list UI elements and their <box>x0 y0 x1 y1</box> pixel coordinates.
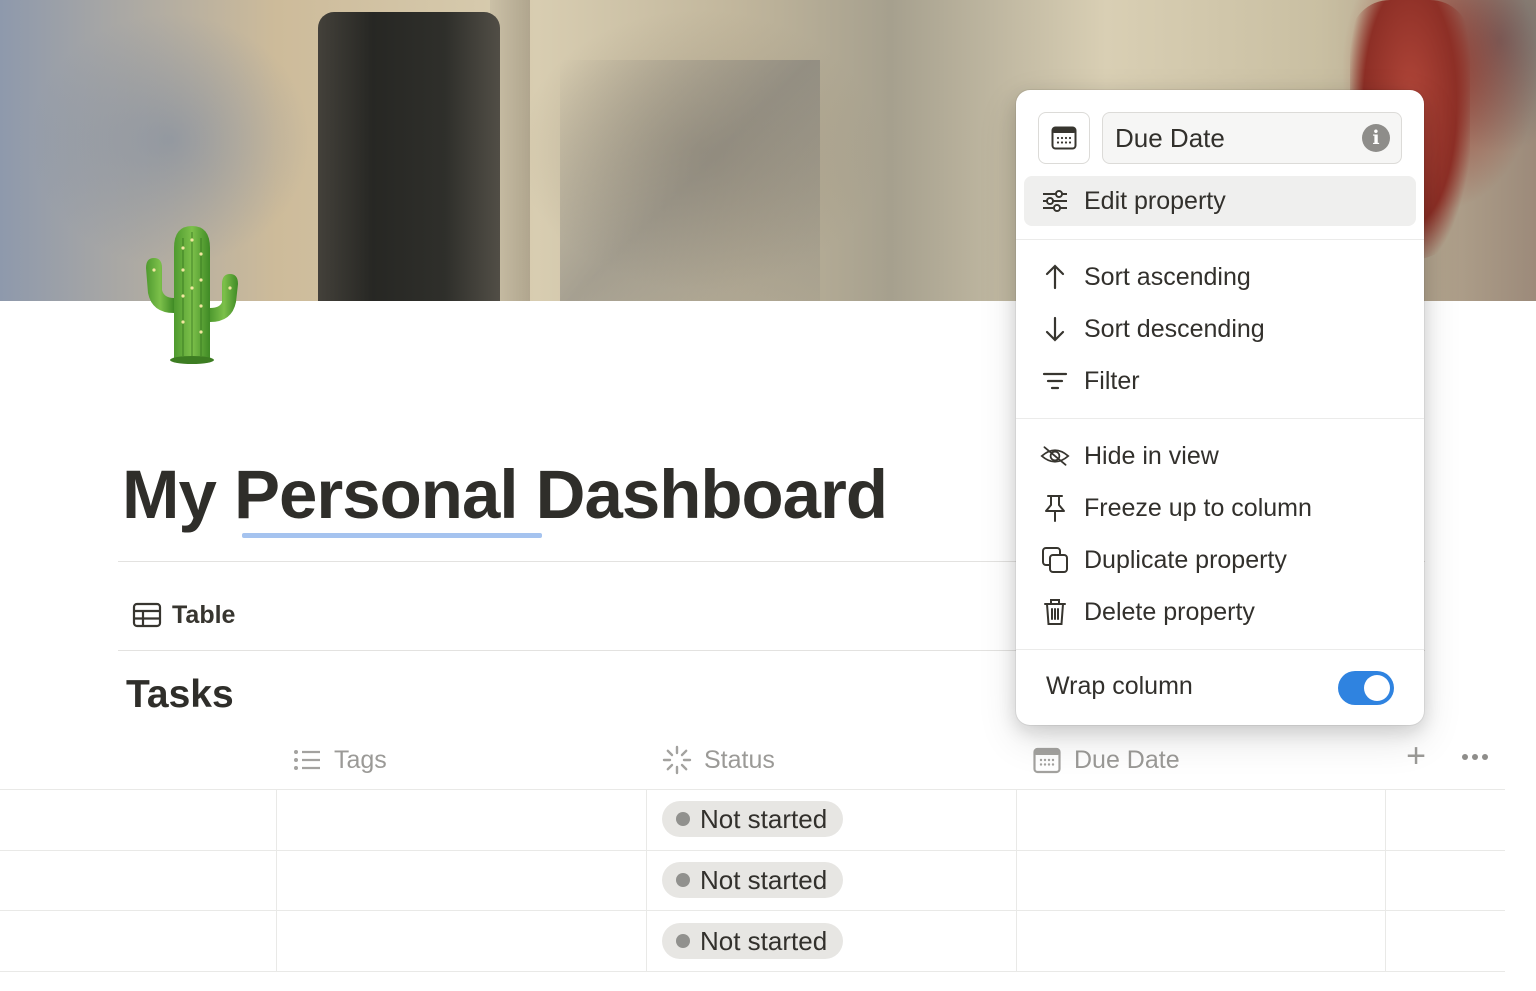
menu-item-label: Hide in view <box>1084 441 1219 470</box>
freeze-up-to-column-item[interactable]: Freeze up to column <box>1024 483 1416 533</box>
column-header-due-date[interactable]: Due Date <box>1032 740 1180 780</box>
table-column-divider <box>646 789 647 971</box>
status-label: Not started <box>700 925 828 956</box>
wrap-column-label: Wrap column <box>1046 672 1193 700</box>
sliders-icon <box>1043 190 1067 212</box>
menu-separator <box>1016 649 1424 650</box>
page-title[interactable]: My Personal Dashboard <box>122 455 888 534</box>
calendar-icon <box>1033 747 1061 774</box>
hide-in-view-item[interactable]: Hide in view <box>1024 431 1416 481</box>
column-header-label: Status <box>704 745 775 774</box>
loading-spinner-icon <box>662 745 692 775</box>
view-tab-label: Table <box>172 600 236 629</box>
table-row-divider <box>0 971 1505 972</box>
property-name-input[interactable] <box>1102 112 1402 164</box>
sort-descending-item[interactable]: Sort descending <box>1024 304 1416 354</box>
menu-item-label: Sort descending <box>1084 314 1265 343</box>
duplicate-icon <box>1042 547 1068 573</box>
column-header-tags[interactable]: Tags <box>292 740 387 780</box>
property-menu: i Edit property Sort ascending Sort desc… <box>1016 90 1424 725</box>
menu-item-label: Duplicate property <box>1084 545 1287 574</box>
status-dot <box>676 934 690 948</box>
status-dot <box>676 873 690 887</box>
menu-item-label: Filter <box>1084 366 1140 395</box>
pin-icon <box>1045 495 1065 522</box>
status-badge[interactable]: Not started <box>662 801 844 837</box>
toggle-knob <box>1364 675 1390 701</box>
status-label: Not started <box>700 803 828 834</box>
database-title[interactable]: Tasks <box>126 673 234 717</box>
status-dot <box>676 812 690 826</box>
menu-item-label: Sort ascending <box>1084 262 1251 291</box>
plus-icon[interactable]: + <box>1400 739 1432 773</box>
filter-icon <box>1042 372 1068 390</box>
calendar-icon <box>1051 126 1077 150</box>
column-header-label: Tags <box>334 745 387 774</box>
menu-separator <box>1016 239 1424 240</box>
wrap-column-toggle[interactable] <box>1338 671 1394 705</box>
table-row-divider <box>0 850 1505 851</box>
arrow-down-icon <box>1045 316 1065 342</box>
table-icon <box>132 602 162 628</box>
list-icon <box>294 750 320 770</box>
table-row-divider <box>0 789 1505 790</box>
edit-property-item[interactable]: Edit property <box>1024 176 1416 226</box>
table-row-divider <box>0 910 1505 911</box>
duplicate-property-item[interactable]: Duplicate property <box>1024 535 1416 585</box>
trash-icon <box>1044 599 1066 625</box>
cover-detail <box>318 12 500 301</box>
cover-detail <box>560 60 820 301</box>
arrow-up-icon <box>1045 264 1065 290</box>
column-header-status[interactable]: Status <box>662 740 775 780</box>
menu-item-label: Freeze up to column <box>1084 493 1312 522</box>
spellcheck-underline <box>242 533 542 538</box>
filter-item[interactable]: Filter <box>1024 356 1416 406</box>
view-tab-table[interactable]: Table <box>132 598 235 632</box>
table-column-divider <box>1385 789 1386 971</box>
sort-ascending-item[interactable]: Sort ascending <box>1024 252 1416 302</box>
more-horizontal-icon[interactable] <box>1458 741 1492 773</box>
menu-item-label: Delete property <box>1084 597 1255 626</box>
info-icon[interactable]: i <box>1362 124 1390 152</box>
table-column-divider <box>1016 789 1017 971</box>
delete-property-item[interactable]: Delete property <box>1024 587 1416 637</box>
status-badge[interactable]: Not started <box>662 862 844 898</box>
menu-separator <box>1016 418 1424 419</box>
column-header-label: Due Date <box>1074 745 1180 774</box>
table-column-divider <box>276 789 277 971</box>
menu-item-label: Edit property <box>1084 186 1226 215</box>
status-label: Not started <box>700 864 828 895</box>
property-type-button[interactable] <box>1038 112 1090 164</box>
eye-hidden-icon <box>1040 446 1070 466</box>
cactus-icon[interactable] <box>132 218 252 368</box>
status-badge[interactable]: Not started <box>662 923 844 959</box>
